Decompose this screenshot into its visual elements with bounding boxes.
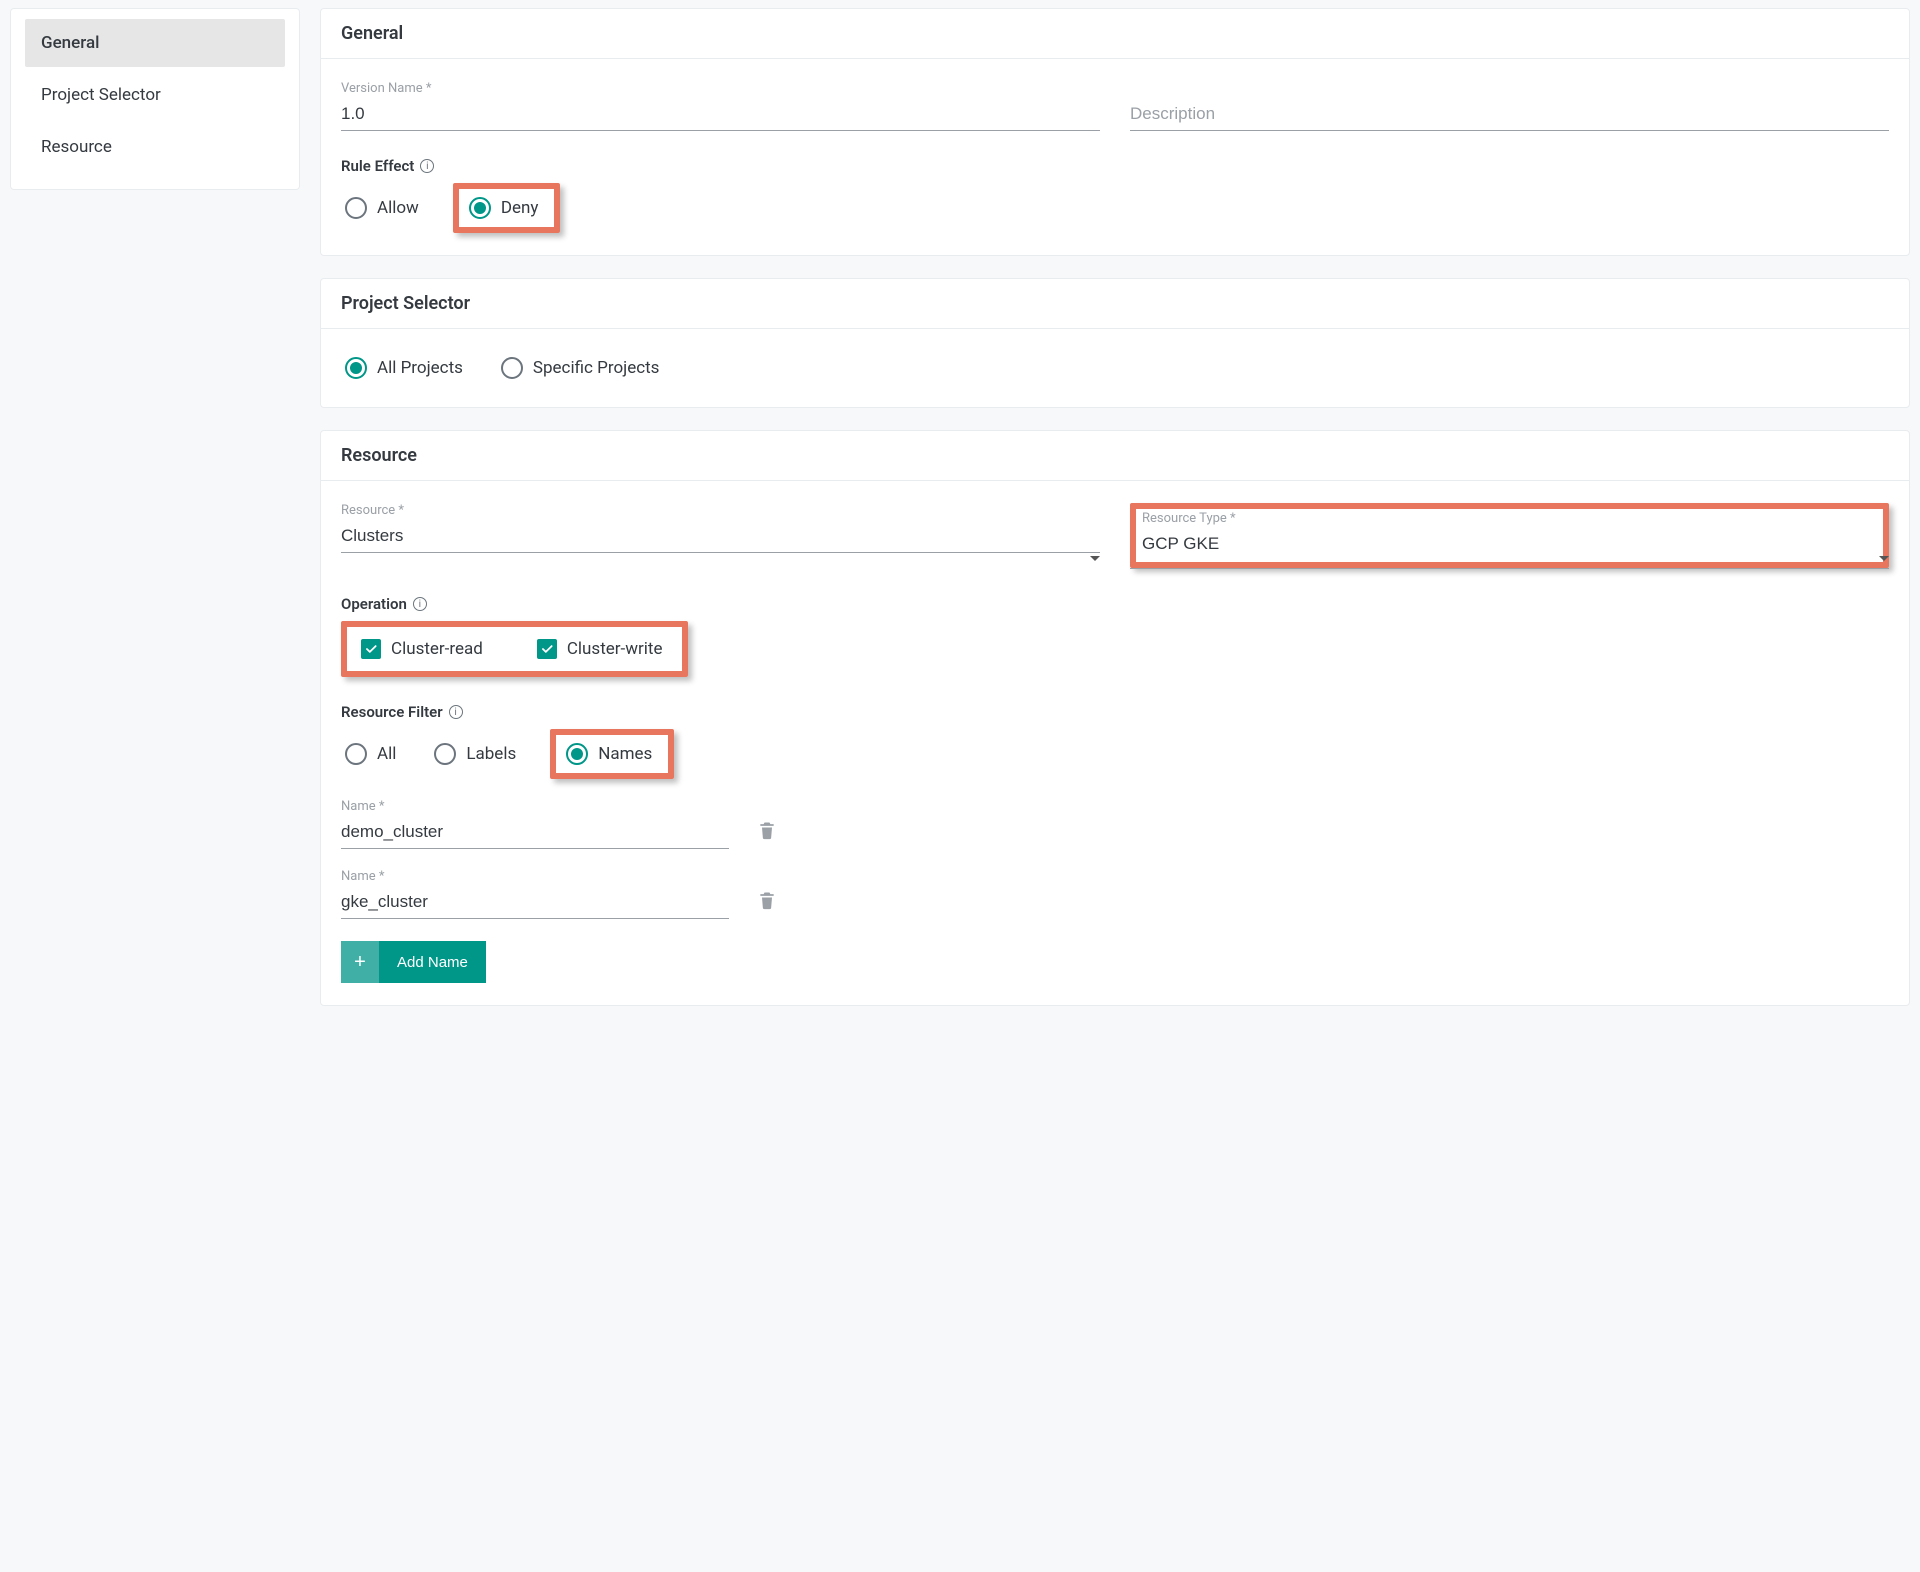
- filter-all-radio[interactable]: All: [341, 737, 406, 771]
- version-name-input[interactable]: [341, 100, 1100, 131]
- project-selector-heading: Project Selector: [321, 279, 1909, 329]
- filter-names-radio[interactable]: Names: [562, 737, 662, 771]
- checkbox-checked-icon: [361, 639, 381, 659]
- name-row: Name *: [341, 799, 781, 849]
- radio-selected-icon: [566, 743, 588, 765]
- name-input[interactable]: [341, 818, 729, 849]
- highlight-filter-names: Names: [550, 729, 674, 779]
- sidebar-nav: General Project Selector Resource: [10, 8, 300, 190]
- radio-selected-icon: [469, 197, 491, 219]
- name-label: Name *: [341, 799, 729, 814]
- trash-icon: [757, 889, 777, 911]
- resource-heading: Resource: [321, 431, 1909, 481]
- operation-label: Operation i: [341, 595, 1889, 613]
- radio-unselected-icon: [345, 197, 367, 219]
- cluster-read-checkbox[interactable]: Cluster-read: [357, 633, 493, 665]
- radio-label: Specific Projects: [533, 358, 660, 378]
- chevron-down-icon: [1090, 556, 1100, 561]
- radio-unselected-icon: [501, 357, 523, 379]
- radio-label: Names: [598, 744, 652, 764]
- checkbox-label: Cluster-read: [391, 639, 483, 659]
- project-selector-card: Project Selector All Projects Specific P…: [320, 278, 1910, 408]
- resource-type-select[interactable]: [1142, 530, 1877, 560]
- sidebar-item-label: Resource: [41, 137, 112, 157]
- radio-selected-icon: [345, 357, 367, 379]
- general-heading: General: [321, 9, 1909, 59]
- info-icon: i: [413, 597, 427, 611]
- resource-label: Resource *: [341, 503, 1100, 518]
- delete-name-button[interactable]: [753, 885, 781, 915]
- resource-card: Resource Resource * Resource Type *: [320, 430, 1910, 1006]
- version-name-label: Version Name *: [341, 81, 1100, 96]
- name-label: Name *: [341, 869, 729, 884]
- name-row: Name *: [341, 869, 781, 919]
- add-name-button[interactable]: + Add Name: [341, 941, 486, 983]
- resource-type-label: Resource Type *: [1142, 511, 1877, 526]
- radio-label: All: [377, 744, 396, 764]
- sidebar-item-label: Project Selector: [41, 85, 161, 105]
- radio-label: Allow: [377, 198, 419, 218]
- resource-filter-label: Resource Filter i: [341, 703, 1889, 721]
- sidebar-item-resource[interactable]: Resource: [25, 123, 285, 171]
- rule-effect-allow-radio[interactable]: Allow: [341, 191, 429, 225]
- radio-label: Deny: [501, 198, 539, 218]
- radio-label: All Projects: [377, 358, 463, 378]
- add-name-label: Add Name: [379, 941, 486, 983]
- sidebar-item-project-selector[interactable]: Project Selector: [25, 71, 285, 119]
- checkbox-checked-icon: [537, 639, 557, 659]
- info-icon: i: [449, 705, 463, 719]
- project-specific-radio[interactable]: Specific Projects: [497, 351, 670, 385]
- name-input[interactable]: [341, 888, 729, 919]
- delete-name-button[interactable]: [753, 815, 781, 845]
- radio-unselected-icon: [434, 743, 456, 765]
- highlight-resource-type: Resource Type *: [1130, 503, 1889, 568]
- trash-icon: [757, 819, 777, 841]
- plus-icon: +: [341, 941, 379, 983]
- sidebar-item-general[interactable]: General: [25, 19, 285, 67]
- radio-unselected-icon: [345, 743, 367, 765]
- info-icon: i: [420, 159, 434, 173]
- sidebar-item-label: General: [41, 33, 99, 53]
- rule-effect-deny-radio[interactable]: Deny: [465, 191, 549, 225]
- resource-select[interactable]: [341, 522, 1100, 553]
- checkbox-label: Cluster-write: [567, 639, 663, 659]
- cluster-write-checkbox[interactable]: Cluster-write: [533, 633, 673, 665]
- description-input[interactable]: [1130, 100, 1889, 131]
- rule-effect-label: Rule Effect i: [341, 157, 1889, 175]
- highlight-deny: Deny: [453, 183, 561, 233]
- highlight-operations: Cluster-read Cluster-write: [341, 621, 688, 677]
- general-card: General Version Name * . Rule Effect i: [320, 8, 1910, 256]
- filter-labels-radio[interactable]: Labels: [430, 737, 526, 771]
- radio-label: Labels: [466, 744, 516, 764]
- project-all-radio[interactable]: All Projects: [341, 351, 473, 385]
